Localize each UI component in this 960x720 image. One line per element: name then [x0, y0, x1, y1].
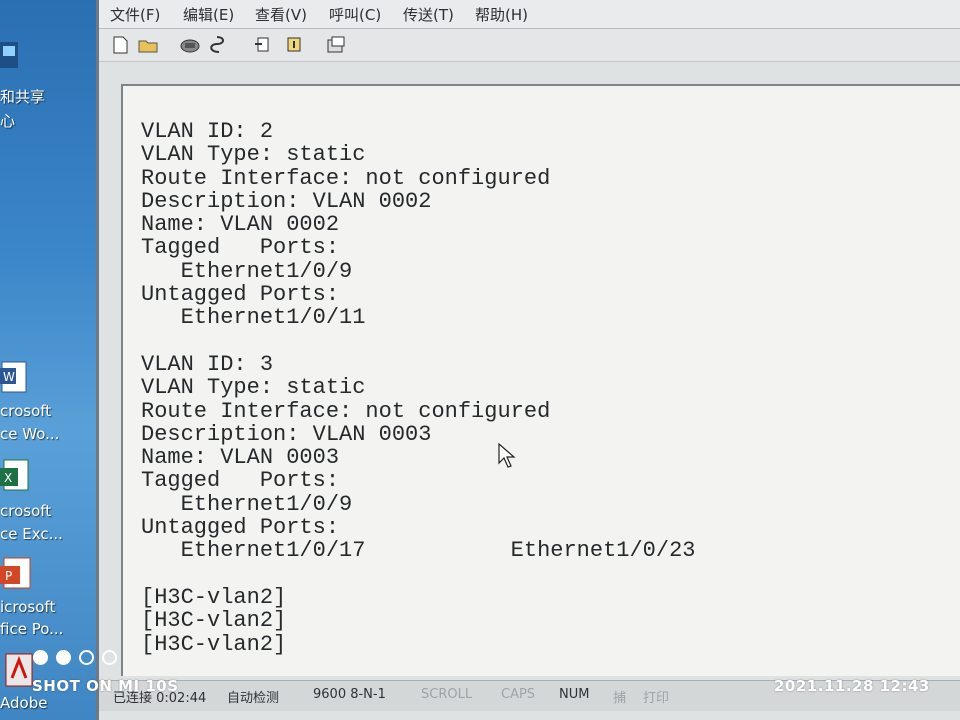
terminal-output-area[interactable]: VLAN ID: 2 VLAN Type: static Route Inter…: [121, 84, 960, 676]
status-auto-detect: 自动检测: [227, 691, 280, 706]
status-print: 打印: [643, 691, 670, 706]
menu-call[interactable]: 呼叫(C): [329, 4, 381, 25]
menu-help[interactable]: 帮助(H): [475, 4, 528, 25]
watermark-dot-icon: [79, 650, 94, 665]
excel-icon-label-line1[interactable]: crosoft: [0, 502, 51, 520]
terminal-line: Name: VLAN 0003: [141, 445, 340, 471]
status-port-settings: 9600 8-N-1: [313, 687, 386, 702]
terminal-line: Description: VLAN 0003: [141, 421, 432, 447]
terminal-line: Ethernet1/0/17 Ethernet1/0/23: [141, 538, 696, 564]
word-icon-label-line1[interactable]: crosoft: [0, 402, 51, 420]
powerpoint-presentation-icon[interactable]: P: [0, 556, 34, 598]
terminal-line: Ethernet1/0/9: [141, 258, 353, 284]
watermark-datetime: 2021.11.28 12:43: [774, 677, 930, 695]
properties-icon[interactable]: [325, 35, 347, 55]
disconnect-icon[interactable]: [209, 35, 231, 55]
svg-text:W: W: [3, 370, 15, 384]
desktop-background: 和共享 心 W crosoft ce Wo... X crosoft ce Ex…: [0, 0, 96, 720]
new-document-icon[interactable]: [109, 35, 131, 55]
watermark-dot-icon: [102, 650, 117, 665]
menu-file[interactable]: 文件(F): [110, 4, 160, 25]
receive-file-icon[interactable]: [283, 35, 305, 55]
terminal-line: Untagged Ports:: [141, 515, 340, 541]
terminal-prompt-line: [H3C-vlan2]: [141, 631, 287, 657]
word-icon-label-line2[interactable]: ce Wo...: [0, 425, 59, 443]
mouse-cursor-icon: [498, 442, 516, 473]
excel-icon-label-line2[interactable]: ce Exc...: [0, 525, 63, 543]
status-scroll-lock: SCROLL: [421, 687, 473, 702]
toolbar: [99, 29, 960, 62]
watermark-camera: SHOT ON MI 10S: [32, 677, 179, 695]
terminal-line: Ethernet1/0/9: [141, 491, 353, 517]
terminal-text: VLAN ID: 2 VLAN Type: static Route Inter…: [141, 120, 696, 656]
powerpoint-icon-label-line2[interactable]: fice Po...: [0, 620, 63, 638]
watermark-dot-icon: [33, 650, 48, 665]
menu-transfer[interactable]: 传送(T): [403, 4, 454, 25]
status-caps-lock: CAPS: [501, 687, 536, 702]
terminal-prompt-line: [H3C-vlan2]: [141, 584, 287, 610]
terminal-line: Route Interface: not configured: [141, 165, 551, 191]
status-num-lock: NUM: [559, 687, 590, 702]
terminal-line: VLAN ID: 2: [141, 119, 274, 144]
powerpoint-icon-label-line1[interactable]: icrosoft: [0, 598, 55, 616]
svg-text:X: X: [4, 471, 12, 485]
terminal-line: Description: VLAN 0002: [141, 188, 432, 214]
menu-edit[interactable]: 编辑(E): [183, 4, 234, 25]
terminal-line: VLAN ID: 3: [141, 351, 274, 377]
connect-phone-icon[interactable]: [179, 35, 201, 55]
terminal-line: Tagged Ports:: [141, 468, 340, 494]
word-document-icon[interactable]: W: [0, 360, 30, 400]
menu-view[interactable]: 查看(V): [255, 4, 307, 25]
network-center-icon[interactable]: [0, 38, 22, 76]
menu-bar: 文件(F) 编辑(E) 查看(V) 呼叫(C) 传送(T) 帮助(H): [99, 0, 960, 29]
terminal-line: Ethernet1/0/11: [141, 305, 366, 331]
terminal-line: Name: VLAN 0002: [141, 212, 340, 238]
terminal-line: Untagged Ports:: [141, 282, 340, 308]
excel-spreadsheet-icon[interactable]: X: [0, 458, 32, 500]
watermark-dot-icon: [56, 650, 71, 665]
network-center-label-line2[interactable]: 心: [0, 110, 15, 131]
status-capture: 捕: [613, 691, 627, 706]
terminal-window: 文件(F) 编辑(E) 查看(V) 呼叫(C) 传送(T) 帮助(H) VLAN…: [96, 0, 960, 720]
terminal-line: VLAN Type: static: [141, 142, 366, 168]
terminal-line: Tagged Ports:: [141, 235, 340, 261]
terminal-prompt-line: [H3C-vlan2]: [141, 608, 287, 634]
send-file-icon[interactable]: [253, 35, 275, 55]
adobe-icon-label[interactable]: Adobe: [0, 694, 47, 712]
open-folder-icon[interactable]: [137, 35, 159, 55]
svg-text:P: P: [5, 569, 12, 583]
terminal-line: VLAN Type: static: [141, 375, 366, 401]
terminal-line: Route Interface: not configured: [141, 398, 551, 424]
network-center-label-line1[interactable]: 和共享: [0, 86, 45, 107]
